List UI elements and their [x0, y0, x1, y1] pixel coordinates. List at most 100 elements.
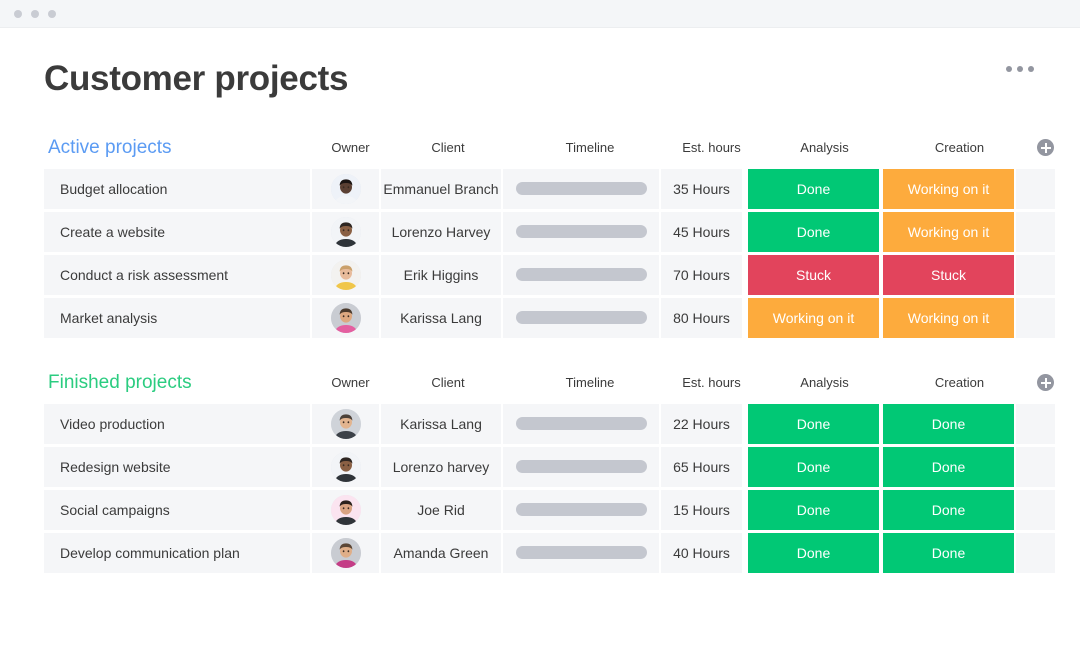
project-name-cell[interactable]: Market analysis — [44, 297, 312, 338]
section-title: Finished projects — [48, 371, 192, 393]
est-hours-cell[interactable]: 35 Hours — [661, 168, 742, 209]
board-header-row: Active projects Owner Client Timeline Est. h… — [44, 133, 1054, 163]
project-name-cell[interactable]: Redesign website — [44, 446, 312, 487]
column-header-analysis: Analysis — [800, 375, 849, 390]
owner-cell[interactable] — [312, 403, 381, 444]
timeline-cell[interactable] — [503, 254, 661, 295]
table-row[interactable]: Redesign website Lorenzo harvey 65 Hours Do… — [44, 446, 1055, 487]
timeline-cell[interactable] — [503, 532, 661, 573]
client-cell[interactable]: Emmanuel Branch — [381, 168, 503, 209]
kebab-dot — [1028, 66, 1034, 72]
boards-container: Active projects Owner Client Timeline Est. h… — [44, 133, 1055, 573]
client-cell[interactable]: Karissa Lang — [381, 297, 503, 338]
avatar — [330, 408, 361, 439]
owner-cell[interactable] — [312, 254, 381, 295]
est-hours-cell[interactable]: 80 Hours — [661, 297, 742, 338]
table-row[interactable]: Budget allocation Emmanuel Branch 35 Hours… — [44, 168, 1055, 209]
avatar — [330, 537, 361, 568]
project-name-cell[interactable]: Conduct a risk assessment — [44, 254, 312, 295]
timeline-cell[interactable] — [503, 211, 661, 252]
analysis-status-cell[interactable]: Working on it — [748, 297, 881, 338]
page-title: Customer projects — [44, 59, 349, 98]
client-cell[interactable]: Karissa Lang — [381, 403, 503, 444]
row-trailing-cell — [1016, 489, 1055, 530]
plus-circle-icon[interactable] — [1037, 139, 1054, 156]
client-cell[interactable]: Lorenzo harvey — [381, 446, 503, 487]
page-header: Customer projects — [44, 59, 1036, 99]
creation-status-cell[interactable]: Working on it — [883, 297, 1016, 338]
creation-status-cell[interactable]: Done — [883, 403, 1016, 444]
owner-cell[interactable] — [312, 446, 381, 487]
project-name-cell[interactable]: Create a website — [44, 211, 312, 252]
analysis-status-cell[interactable]: Done — [748, 211, 881, 252]
client-cell[interactable]: Lorenzo Harvey — [381, 211, 503, 252]
timeline-cell[interactable] — [503, 403, 661, 444]
column-header-est-hours: Est. hours — [682, 140, 741, 155]
owner-cell[interactable] — [312, 211, 381, 252]
avatar — [330, 216, 361, 247]
est-hours-cell[interactable]: 45 Hours — [661, 211, 742, 252]
board-header-row: Finished projects Owner Client Timeline Est.… — [44, 368, 1054, 398]
row-trailing-cell — [1016, 211, 1055, 252]
table-row[interactable]: Conduct a risk assessment Erik Higgins 70 … — [44, 254, 1055, 295]
project-name-cell[interactable]: Budget allocation — [44, 168, 312, 209]
table-row[interactable]: Develop communication plan Amanda Green 40… — [44, 532, 1055, 573]
progress-track — [515, 182, 647, 195]
analysis-status-cell[interactable]: Done — [748, 403, 881, 444]
column-header-analysis: Analysis — [800, 140, 849, 155]
table-row[interactable]: Create a website Lorenzo Harvey 45 Hours Do… — [44, 211, 1055, 252]
timeline-cell[interactable] — [503, 168, 661, 209]
table-row[interactable]: Social campaigns Joe Rid 15 Hours Done Done — [44, 489, 1055, 530]
table-row[interactable]: Video production Karissa Lang 22 Hours Done… — [44, 403, 1055, 444]
est-hours-cell[interactable]: 65 Hours — [661, 446, 742, 487]
minimize-dot[interactable] — [31, 9, 39, 18]
creation-status-cell[interactable]: Stuck — [883, 254, 1016, 295]
table-row[interactable]: Market analysis Karissa Lang 80 Hours Worki… — [44, 297, 1055, 338]
plus-circle-icon[interactable] — [1037, 374, 1054, 391]
creation-status-cell[interactable]: Working on it — [883, 211, 1016, 252]
maximize-dot[interactable] — [48, 9, 56, 18]
owner-cell[interactable] — [312, 489, 381, 530]
project-name-cell[interactable]: Social campaigns — [44, 489, 312, 530]
timeline-cell[interactable] — [503, 297, 661, 338]
row-trailing-cell — [1016, 254, 1055, 295]
timeline-cell[interactable] — [503, 446, 661, 487]
kebab-menu-icon[interactable] — [1004, 60, 1036, 78]
creation-status-cell[interactable]: Done — [883, 489, 1016, 530]
section-title: Active projects — [48, 136, 172, 158]
column-header-creation: Creation — [934, 140, 985, 155]
est-hours-cell[interactable]: 22 Hours — [661, 403, 742, 444]
row-trailing-cell — [1016, 446, 1055, 487]
creation-status-cell[interactable]: Done — [883, 446, 1016, 487]
owner-cell[interactable] — [312, 297, 381, 338]
analysis-status-cell[interactable]: Stuck — [748, 254, 881, 295]
column-header-timeline: Timeline — [565, 140, 615, 155]
column-header-timeline: Timeline — [565, 375, 615, 390]
timeline-cell[interactable] — [503, 489, 661, 530]
est-hours-cell[interactable]: 15 Hours — [661, 489, 742, 530]
project-name-cell[interactable]: Develop communication plan — [44, 532, 312, 573]
est-hours-cell[interactable]: 70 Hours — [661, 254, 742, 295]
project-name-cell[interactable]: Video production — [44, 403, 312, 444]
creation-status-cell[interactable]: Done — [883, 532, 1016, 573]
progress-track — [515, 546, 647, 559]
column-header-client: Client — [431, 375, 465, 390]
client-cell[interactable]: Erik Higgins — [381, 254, 503, 295]
analysis-status-cell[interactable]: Done — [748, 446, 881, 487]
creation-status-cell[interactable]: Working on it — [883, 168, 1016, 209]
analysis-status-cell[interactable]: Done — [748, 532, 881, 573]
analysis-status-cell[interactable]: Done — [748, 489, 881, 530]
kebab-dot — [1017, 66, 1023, 72]
owner-cell[interactable] — [312, 168, 381, 209]
row-trailing-cell — [1016, 532, 1055, 573]
est-hours-cell[interactable]: 40 Hours — [661, 532, 742, 573]
progress-track — [515, 268, 647, 281]
close-dot[interactable] — [14, 9, 22, 18]
page-content: Customer projects Active projects Owner Cl… — [0, 28, 1080, 670]
owner-cell[interactable] — [312, 532, 381, 573]
row-trailing-cell — [1016, 403, 1055, 444]
progress-track — [515, 311, 647, 324]
client-cell[interactable]: Amanda Green — [381, 532, 503, 573]
client-cell[interactable]: Joe Rid — [381, 489, 503, 530]
analysis-status-cell[interactable]: Done — [748, 168, 881, 209]
